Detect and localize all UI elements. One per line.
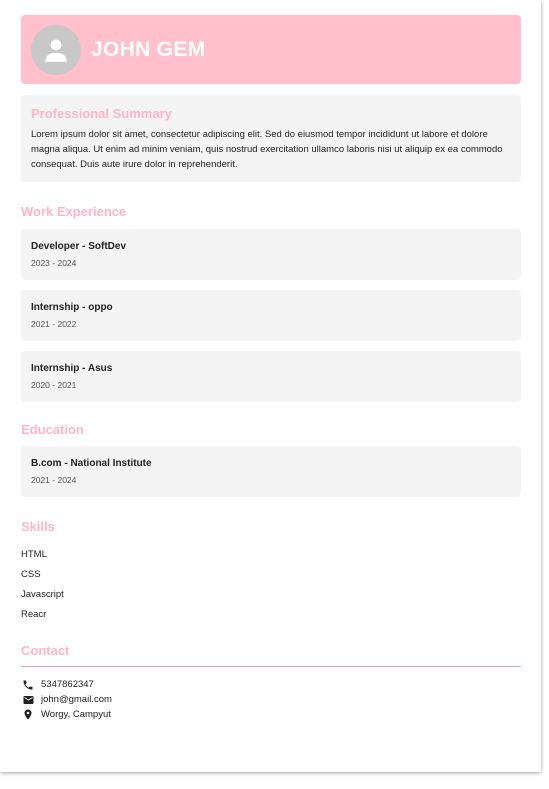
skills-section: Skills HTML CSS Javascript Reacr — [21, 519, 521, 629]
person-name: JOHN GEM — [91, 37, 206, 61]
education-section: Education B.com - National Institute 202… — [21, 422, 521, 497]
mail-icon — [21, 693, 35, 707]
contact-list: 5347862347 john@gmail.com Worgy, Campyut — [21, 677, 521, 722]
degree-dates: 2021 - 2024 — [31, 475, 77, 485]
phone-text: 5347862347 — [41, 679, 94, 690]
skills-list: HTML CSS Javascript Reacr — [21, 549, 521, 629]
contact-header: Contact — [21, 643, 521, 667]
experience-item: Developer - SoftDev 2023 - 2024 — [21, 229, 521, 280]
person-icon — [31, 24, 81, 75]
email-text: john@gmail.com — [41, 694, 112, 705]
summary-section: Professional Summary Lorem ipsum dolor s… — [21, 95, 521, 182]
skill-item: Javascript — [21, 589, 64, 600]
phone-icon — [21, 678, 35, 692]
education-title: Education — [21, 422, 84, 437]
experience-section: Work Experience Developer - SoftDev 2023… — [21, 204, 521, 402]
summary-title: Professional Summary — [31, 106, 172, 121]
skills-title: Skills — [21, 519, 55, 534]
experience-title: Work Experience — [21, 204, 127, 219]
resume-card: JOHN GEM Professional Summary Lorem ipsu… — [0, 0, 541, 772]
experience-item: Internship - Asus 2020 - 2021 — [21, 351, 521, 402]
contact-phone: 5347862347 — [21, 677, 521, 692]
skill-item: HTML — [21, 549, 47, 560]
location-icon — [21, 708, 35, 722]
contact-email: john@gmail.com — [21, 692, 521, 707]
contact-address: Worgy, Campyut — [21, 707, 521, 722]
skill-item: Reacr — [21, 609, 47, 620]
education-item: B.com - National Institute 2021 - 2024 — [21, 446, 521, 497]
job-title: Developer - SoftDev — [31, 241, 127, 252]
job-title: Internship - oppo — [31, 302, 113, 313]
contact-title: Contact — [21, 643, 70, 658]
skill-item: CSS — [21, 569, 41, 580]
address-text: Worgy, Campyut — [41, 709, 111, 720]
job-title: Internship - Asus — [31, 363, 113, 374]
job-dates: 2023 - 2024 — [31, 258, 77, 268]
resume-header: JOHN GEM — [21, 15, 521, 84]
summary-text: Lorem ipsum dolor sit amet, consectetur … — [31, 129, 503, 170]
experience-item: Internship - oppo 2021 - 2022 — [21, 290, 521, 341]
job-dates: 2020 - 2021 — [31, 380, 77, 390]
job-dates: 2021 - 2022 — [31, 319, 77, 329]
degree-title: B.com - National Institute — [31, 458, 152, 469]
